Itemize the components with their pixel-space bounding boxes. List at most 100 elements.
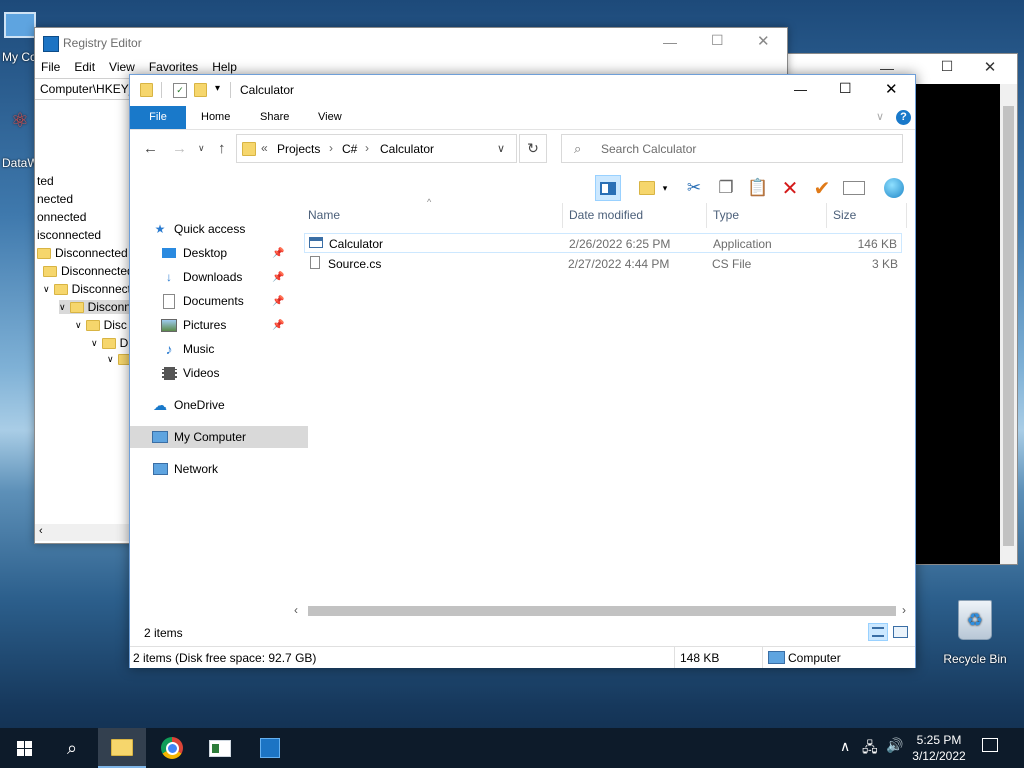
column-header-date[interactable]: Date modified	[569, 208, 643, 222]
tree-node[interactable]: ∨	[107, 354, 131, 365]
rename-icon[interactable]	[841, 175, 867, 201]
ribbon-tab-view[interactable]: View	[318, 106, 342, 129]
clock[interactable]: 5:25 PM 3/12/2022	[906, 732, 972, 764]
minimize-button[interactable]: —	[794, 82, 807, 97]
chevron-down-icon[interactable]: ∨	[43, 284, 50, 295]
maximize-button[interactable]: ☐	[839, 80, 852, 97]
menu-favorites[interactable]: Favorites	[149, 60, 198, 74]
nav-music[interactable]: ♪ Music	[130, 338, 317, 360]
chevron-down-icon[interactable]: ∨	[107, 354, 114, 365]
help-icon[interactable]: ?	[896, 110, 911, 125]
start-button[interactable]	[0, 728, 48, 768]
horizontal-scrollbar[interactable]: ‹	[35, 524, 131, 541]
customize-quick-access-icon[interactable]: ▾	[215, 83, 220, 94]
chevron-left-icon[interactable]: ‹	[294, 603, 298, 617]
breadcrumb-calculator[interactable]: Calculator	[380, 142, 434, 156]
maximize-button[interactable]: ☐	[927, 58, 967, 76]
nav-network[interactable]: Network	[130, 458, 308, 480]
tree-node[interactable]: Disconnected	[37, 246, 128, 260]
vertical-scrollbar[interactable]	[1000, 84, 1017, 564]
network-status-icon[interactable]: 🖧	[862, 737, 878, 761]
delete-icon[interactable]: ✕	[777, 175, 803, 201]
pin-icon[interactable]: 📌	[272, 296, 284, 307]
tree-node[interactable]: onnected	[37, 210, 86, 224]
chevron-down-icon[interactable]: ▾	[658, 175, 672, 201]
column-header-type[interactable]: Type	[713, 208, 739, 222]
file-row[interactable]: Source.cs 2/27/2022 4:44 PM CS File 3 KB	[304, 254, 902, 274]
properties-icon[interactable]: ✓	[173, 83, 187, 98]
back-arrow-icon[interactable]: ←	[143, 140, 158, 157]
large-icons-view-button[interactable]	[891, 624, 909, 640]
chevron-down-icon[interactable]: ∨	[91, 338, 98, 349]
horizontal-scrollbar[interactable]: ‹ ›	[290, 603, 914, 619]
chevron-down-icon[interactable]: ∨	[75, 320, 82, 331]
tree-node[interactable]: Disconnected	[43, 264, 131, 278]
taskbar-app[interactable]	[196, 728, 244, 768]
tree-node[interactable]: ∨ Disc	[75, 318, 127, 332]
tree-node[interactable]: ∨ D	[91, 336, 128, 350]
pin-icon[interactable]: 📌	[272, 272, 284, 283]
notifications-icon[interactable]	[982, 738, 998, 752]
tree-node[interactable]: ted	[37, 174, 54, 188]
nav-desktop[interactable]: Desktop 📌	[130, 242, 317, 264]
chevron-down-icon[interactable]: ∨	[497, 142, 505, 155]
details-view-button[interactable]	[868, 623, 888, 641]
volume-icon[interactable]: 🔊	[886, 737, 903, 754]
tree-node[interactable]: isconnected	[37, 228, 101, 242]
taskbar-file-explorer[interactable]	[98, 728, 146, 768]
minimize-button[interactable]: —	[663, 34, 677, 50]
nav-quick-access[interactable]: ★ Quick access	[130, 218, 308, 240]
ribbon-tab-share[interactable]: Share	[260, 106, 289, 129]
nav-onedrive[interactable]: ☁ OneDrive	[130, 394, 308, 416]
check-icon[interactable]: ✔	[809, 175, 835, 201]
recent-locations-icon[interactable]: ∨	[198, 143, 205, 154]
ribbon-tab-file[interactable]: File	[130, 106, 186, 129]
taskbar-chrome[interactable]	[148, 728, 196, 768]
breadcrumb-prefix[interactable]: «	[261, 141, 268, 155]
chevron-up-icon[interactable]: ∧	[840, 738, 850, 755]
desktop-icon-recycle-bin[interactable]: ♻ Recycle Bin	[940, 600, 1010, 666]
refresh-button[interactable]: ↻	[519, 134, 547, 163]
menu-file[interactable]: File	[41, 60, 60, 74]
new-item-icon[interactable]	[634, 175, 660, 201]
breadcrumb-csharp[interactable]: C#	[342, 142, 357, 156]
nav-my-computer[interactable]: My Computer	[130, 426, 308, 448]
chevron-right-icon[interactable]: ›	[902, 603, 906, 617]
menu-help[interactable]: Help	[212, 60, 237, 74]
search-input[interactable]: Search Calculator	[601, 142, 696, 156]
nav-documents[interactable]: Documents 📌	[130, 290, 317, 312]
address-bar[interactable]: « Projects › C# › Calculator ∨	[236, 134, 517, 163]
nav-videos[interactable]: Videos	[130, 362, 317, 384]
file-row[interactable]: Calculator 2/26/2022 6:25 PM Application…	[304, 233, 902, 253]
pin-icon[interactable]: 📌	[272, 320, 284, 331]
tree-node[interactable]: ∨ Disconnect	[43, 282, 131, 296]
close-button[interactable]: ✕	[975, 58, 1005, 76]
chevron-left-icon[interactable]: ‹	[39, 525, 43, 537]
chevron-down-icon[interactable]: ∨	[59, 302, 66, 313]
menu-view[interactable]: View	[109, 60, 135, 74]
expand-ribbon-icon[interactable]: ∨	[876, 110, 884, 123]
network-globe-icon[interactable]	[881, 175, 907, 201]
forward-arrow-icon[interactable]: →	[172, 140, 187, 157]
breadcrumb-projects[interactable]: Projects	[277, 142, 320, 156]
tree-node[interactable]: nected	[37, 192, 73, 206]
preview-pane-icon[interactable]	[595, 175, 621, 201]
column-header-name[interactable]: Name	[308, 208, 340, 222]
search-button[interactable]: ⌕	[48, 728, 96, 768]
pin-icon[interactable]: 📌	[272, 248, 284, 259]
tree-node[interactable]: ∨ Disconn	[59, 300, 131, 314]
cut-icon[interactable]: ✂	[681, 175, 707, 201]
paste-icon[interactable]: 📋	[745, 175, 771, 201]
scroll-thumb[interactable]	[1003, 106, 1014, 546]
nav-downloads[interactable]: ↓ Downloads 📌	[130, 266, 317, 288]
nav-pictures[interactable]: Pictures 📌	[130, 314, 317, 336]
new-folder-icon[interactable]	[194, 83, 207, 97]
column-header-size[interactable]: Size	[833, 208, 856, 222]
close-button[interactable]: ✕	[757, 32, 770, 50]
up-arrow-icon[interactable]: ↑	[218, 140, 226, 157]
copy-icon[interactable]: ❐	[713, 175, 739, 201]
close-button[interactable]: ✕	[885, 80, 898, 98]
search-box[interactable]: ⌕ Search Calculator	[561, 134, 903, 163]
menu-edit[interactable]: Edit	[74, 60, 95, 74]
scroll-thumb[interactable]	[308, 606, 896, 616]
